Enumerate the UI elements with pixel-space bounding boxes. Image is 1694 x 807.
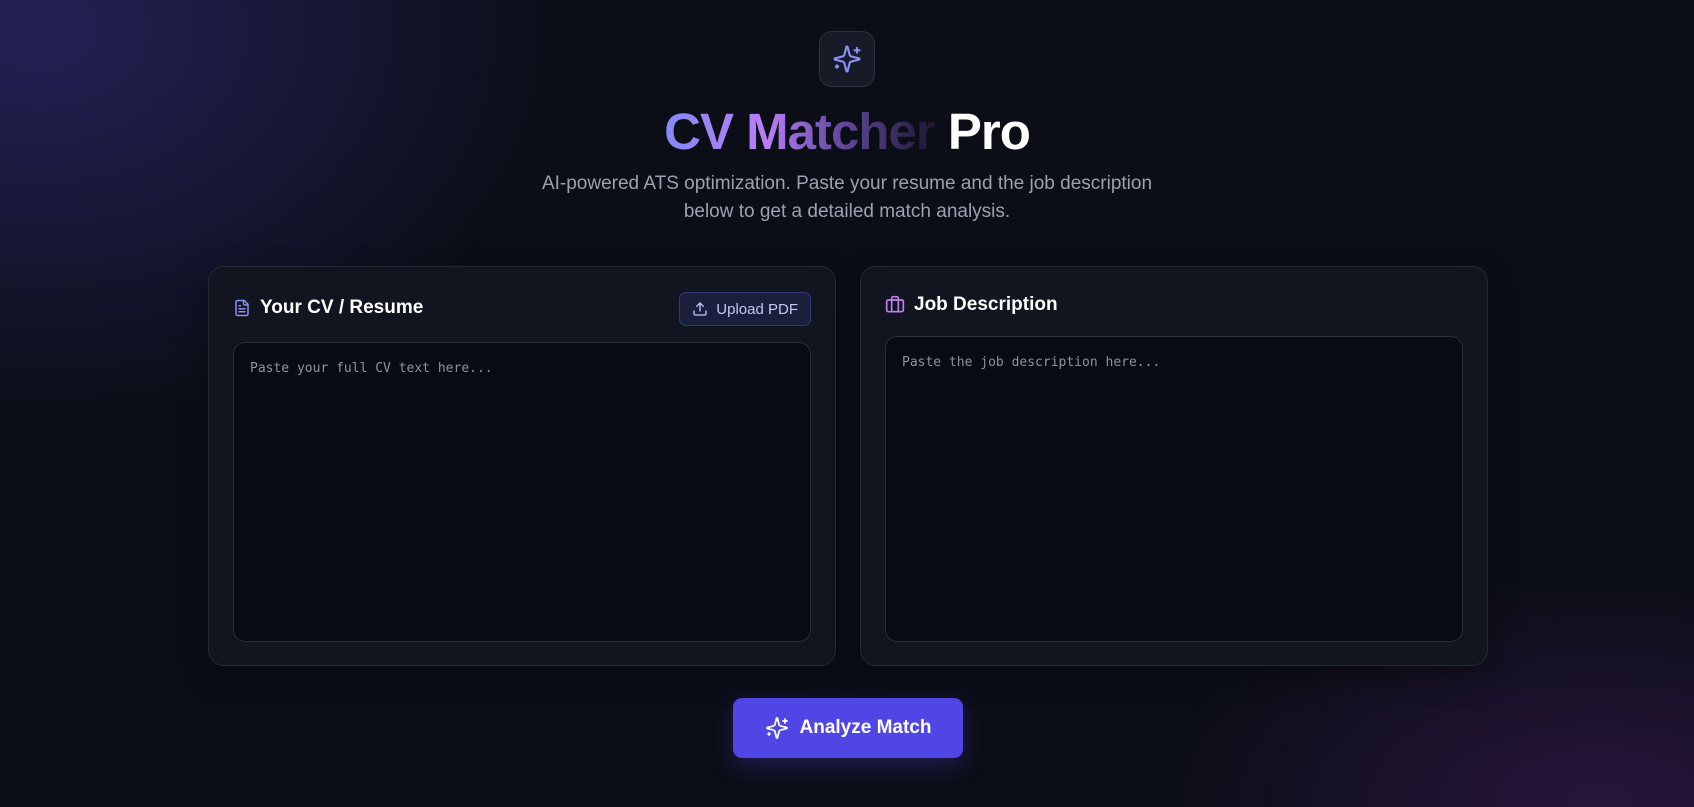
job-description-textarea[interactable]: [885, 336, 1463, 642]
job-card-header: Job Description: [885, 294, 1058, 316]
upload-pdf-button[interactable]: Upload PDF: [679, 292, 811, 326]
cv-card: Your CV / Resume Upload PDF: [208, 266, 836, 666]
upload-icon: [692, 301, 708, 317]
document-icon: [233, 298, 251, 318]
analyze-match-button[interactable]: Analyze Match: [733, 698, 963, 758]
cv-textarea[interactable]: [233, 342, 811, 642]
app-logo: [819, 31, 875, 87]
sparkles-icon: [832, 44, 862, 74]
title-plain-text: Pro: [947, 103, 1031, 160]
cv-card-title: Your CV / Resume: [260, 297, 424, 318]
job-card-title: Job Description: [914, 294, 1058, 315]
page-subtitle: AI-powered ATS optimization. Paste your …: [541, 173, 1153, 222]
page-title: CV Matcher Pro: [0, 97, 1694, 167]
analyze-match-label: Analyze Match: [799, 717, 932, 738]
cv-card-header: Your CV / Resume: [233, 297, 423, 319]
upload-pdf-label: Upload PDF: [716, 300, 798, 318]
sparkles-icon: [765, 716, 789, 740]
title-gradient-text: CV Matcher: [664, 103, 936, 160]
job-card: Job Description: [860, 266, 1488, 666]
briefcase-icon: [885, 295, 905, 315]
